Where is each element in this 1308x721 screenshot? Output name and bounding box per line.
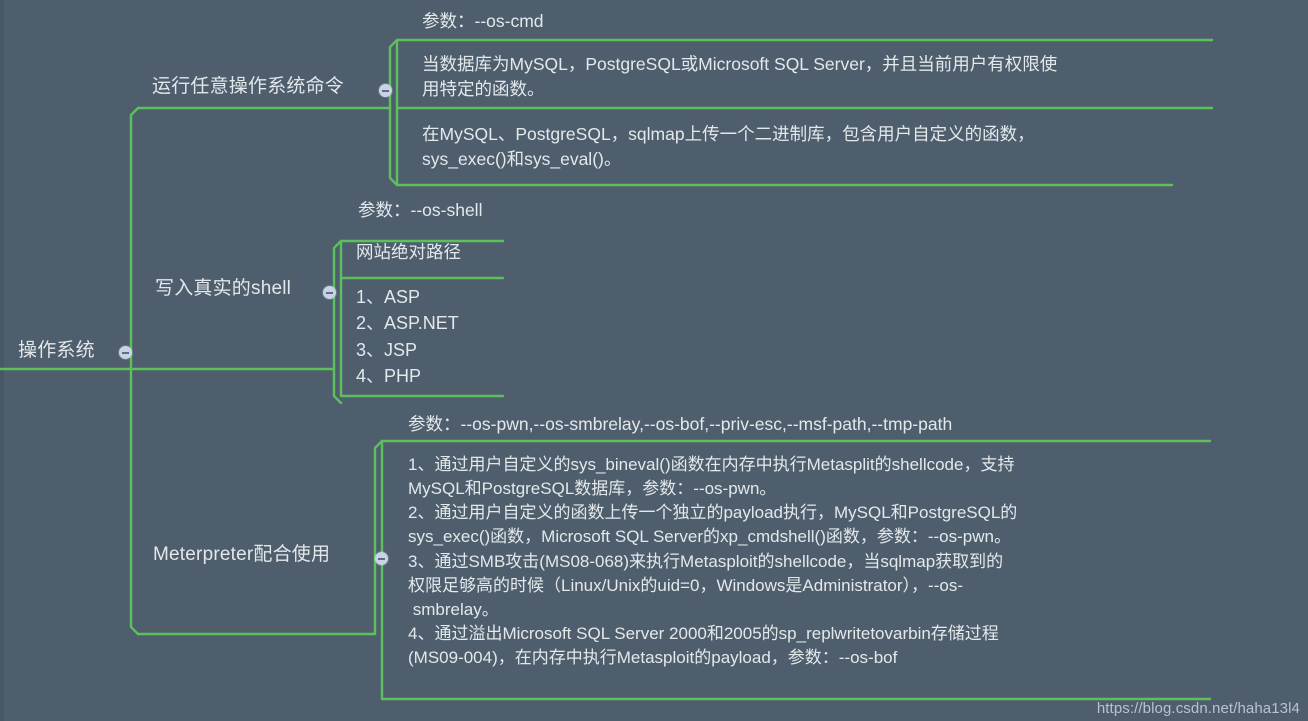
branch3-detail-block-1: 1、通过用户自定义的sys_bineval()函数在内存中执行Metasplit… [408, 455, 1018, 667]
branch1-child-spine-down [388, 106, 399, 187]
branch3-param-label: 参数：--os-pwn,--os-smbrelay,--os-bof,--pri… [408, 414, 953, 434]
left-edge-gutter [0, 0, 4, 721]
root-node[interactable]: 操作系统 [18, 340, 95, 362]
mindmap-canvas: 操作系统 运行任意操作系统命令 参数：--os-cmd 当数据库为MySQL，P… [0, 0, 1308, 721]
list-item: 2、ASP.NET [356, 313, 459, 334]
list-item: 3、JSP [356, 339, 418, 360]
branch-node-write-real-shell[interactable]: 写入真实的shell [155, 278, 291, 300]
branch-node-label: 运行任意操作系统命令 [152, 76, 345, 97]
branch2-collapse-toggle[interactable] [323, 286, 336, 299]
branch1-child-spine-up [388, 38, 399, 110]
branch3-collapse-toggle[interactable] [375, 552, 388, 565]
root-collapse-toggle[interactable] [119, 346, 132, 359]
branch3-child-spine-up [373, 439, 384, 636]
branch2-detail-block-1: 网站绝对路径 [356, 242, 461, 262]
branch2-child-spine-up [332, 239, 343, 371]
branch1-detail-block-1: 当数据库为MySQL，PostgreSQL或Microsoft SQL Serv… [422, 54, 1058, 99]
branch-node-label: 写入真实的shell [155, 278, 292, 299]
list-item: 4、PHP [356, 366, 422, 387]
spine-down [129, 367, 140, 636]
branch2-child-spine-down [332, 367, 343, 405]
branch-node-meterpreter[interactable]: Meterpreter配合使用 [153, 544, 330, 566]
branch1-collapse-toggle[interactable] [379, 84, 392, 97]
branch2-tech-list: 1、ASP 2、ASP.NET 3、JSP 4、PHP [356, 284, 459, 390]
branch-node-run-os-command[interactable]: 运行任意操作系统命令 [152, 76, 344, 98]
spine-up [129, 106, 140, 371]
csdn-watermark: https://blog.csdn.net/haha13l4 [1096, 700, 1300, 717]
branch1-param-label: 参数：--os-cmd [422, 11, 544, 31]
root-node-label: 操作系统 [18, 340, 95, 361]
branch-node-label: Meterpreter配合使用 [153, 544, 331, 565]
list-item: 1、ASP [356, 287, 421, 307]
branch2-param-label: 参数：--os-shell [358, 200, 483, 220]
branch1-detail-block-2: 在MySQL、PostgreSQL，sqlmap上传一个二进制库，包含用户自定义… [422, 124, 1035, 169]
